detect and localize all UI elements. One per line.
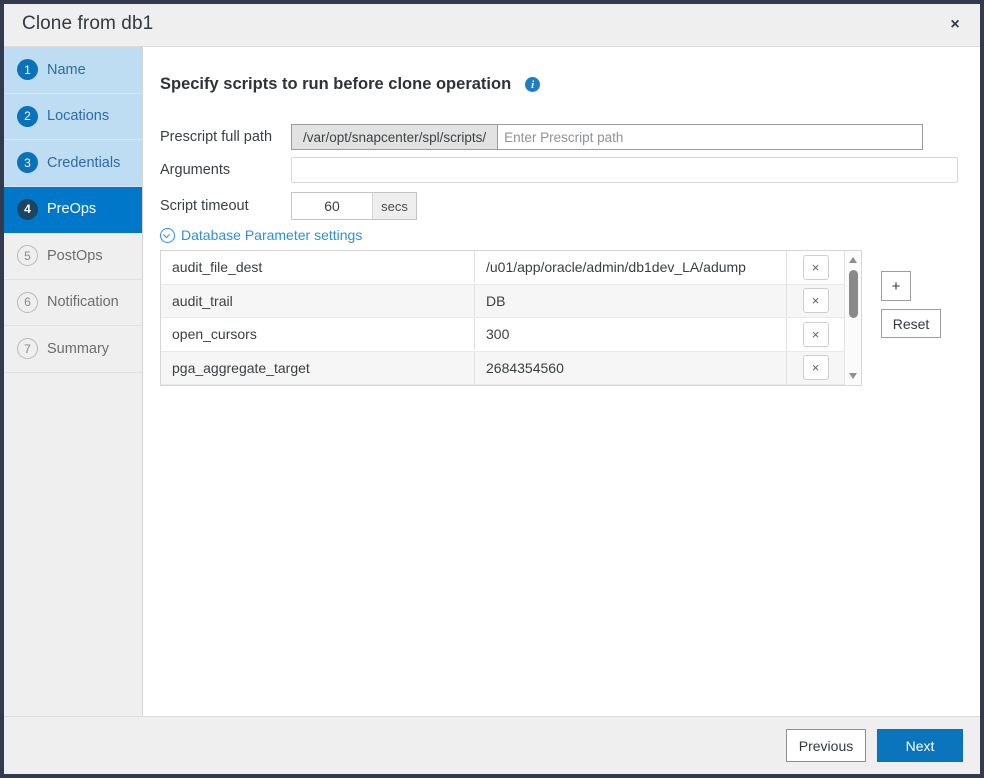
wizard-content-panel: Specify scripts to run before clone oper… (143, 47, 980, 716)
parameter-delete-cell: × (786, 251, 844, 284)
sidebar-item-summary[interactable]: 7 Summary (4, 326, 142, 373)
sidebar-item-label: PreOps (47, 201, 96, 217)
parameter-name: open_cursors (161, 318, 475, 350)
parameter-actions: + Reset (881, 250, 941, 338)
sidebar-item-label: Name (47, 62, 86, 78)
database-parameter-settings-label: Database Parameter settings (181, 227, 362, 243)
reset-parameters-button[interactable]: Reset (881, 309, 941, 338)
scroll-down-arrow-icon[interactable] (845, 369, 861, 383)
sidebar-item-label: Notification (47, 294, 119, 310)
dialog-body: 1 Name 2 Locations 3 Credentials 4 PreOp… (4, 47, 980, 716)
parameter-name: pga_aggregate_target (161, 352, 475, 384)
parameter-value: 300 (475, 318, 786, 350)
parameter-delete-cell: × (786, 318, 844, 351)
table-row[interactable]: audit_file_dest /u01/app/oracle/admin/db… (161, 251, 844, 285)
close-icon[interactable]: × (803, 322, 829, 347)
parameter-delete-cell: × (786, 352, 844, 385)
sidebar-item-notification[interactable]: 6 Notification (4, 280, 142, 327)
prescript-path-row: Prescript full path /var/opt/snapcenter/… (160, 124, 923, 150)
scrollbar-thumb[interactable] (849, 270, 858, 318)
info-icon[interactable]: i (525, 77, 540, 92)
scroll-up-arrow-icon[interactable] (845, 253, 861, 267)
script-timeout-input[interactable] (292, 193, 372, 219)
table-row[interactable]: audit_trail DB × (161, 285, 844, 319)
close-icon[interactable]: × (803, 355, 829, 380)
step-number: 7 (17, 338, 38, 359)
sidebar-item-credentials[interactable]: 3 Credentials (4, 140, 142, 187)
dialog-title: Clone from db1 (22, 13, 153, 35)
table-row[interactable]: pga_aggregate_target 2684354560 × (161, 352, 844, 386)
arguments-input[interactable] (291, 157, 958, 183)
prescript-path-prefix: /var/opt/snapcenter/spl/scripts/ (292, 125, 498, 149)
script-timeout-group: secs (291, 192, 417, 220)
parameter-value: /u01/app/oracle/admin/db1dev_LA/adump (475, 251, 786, 283)
table-row[interactable]: open_cursors 300 × (161, 318, 844, 352)
arguments-row: Arguments (160, 157, 958, 183)
sidebar-item-label: Summary (47, 341, 109, 357)
dialog-footer: Previous Next (4, 716, 980, 774)
close-icon[interactable]: × (803, 255, 829, 280)
sidebar-item-label: PostOps (47, 248, 103, 264)
script-timeout-units: secs (372, 193, 416, 219)
sidebar-item-label: Credentials (47, 155, 120, 171)
add-parameter-button[interactable]: + (881, 271, 911, 301)
chevron-down-circle-icon (160, 228, 175, 243)
sidebar-item-label: Locations (47, 108, 109, 124)
footer-buttons: Previous Next (786, 729, 963, 762)
wizard-steps-sidebar: 1 Name 2 Locations 3 Credentials 4 PreOp… (4, 47, 143, 716)
sidebar-item-locations[interactable]: 2 Locations (4, 94, 142, 141)
database-parameter-settings-toggle[interactable]: Database Parameter settings (160, 227, 362, 243)
script-timeout-label: Script timeout (160, 198, 291, 214)
database-parameter-table: audit_file_dest /u01/app/oracle/admin/db… (160, 250, 862, 386)
sidebar-item-postops[interactable]: 5 PostOps (4, 233, 142, 280)
step-number: 1 (17, 59, 38, 80)
prescript-path-group: /var/opt/snapcenter/spl/scripts/ (291, 124, 923, 150)
database-parameter-area: audit_file_dest /u01/app/oracle/admin/db… (160, 250, 941, 386)
close-icon[interactable]: × (803, 288, 829, 313)
close-icon[interactable]: × (942, 14, 968, 38)
panel-heading-row: Specify scripts to run before clone oper… (160, 75, 540, 94)
next-button[interactable]: Next (877, 729, 963, 762)
database-parameter-rows: audit_file_dest /u01/app/oracle/admin/db… (161, 251, 844, 385)
parameter-delete-cell: × (786, 285, 844, 318)
parameter-value: 2684354560 (475, 352, 786, 384)
previous-button[interactable]: Previous (786, 729, 866, 762)
clone-wizard-dialog: Clone from db1 × 1 Name 2 Locations 3 Cr… (0, 0, 984, 778)
parameter-name: audit_trail (161, 285, 475, 317)
step-number: 5 (17, 245, 38, 266)
arguments-label: Arguments (160, 162, 291, 178)
dialog-titlebar: Clone from db1 × (4, 4, 980, 47)
page-title: Specify scripts to run before clone oper… (160, 75, 511, 94)
script-timeout-row: Script timeout secs (160, 192, 417, 220)
table-scrollbar[interactable] (844, 251, 861, 385)
prescript-path-input[interactable] (498, 125, 922, 149)
step-number: 4 (17, 199, 38, 220)
step-number: 3 (17, 152, 38, 173)
prescript-path-label: Prescript full path (160, 129, 291, 145)
sidebar-item-preops[interactable]: 4 PreOps (4, 187, 142, 234)
step-number: 6 (17, 292, 38, 313)
step-number: 2 (17, 106, 38, 127)
parameter-name: audit_file_dest (161, 251, 475, 283)
parameter-value: DB (475, 285, 786, 317)
sidebar-item-name[interactable]: 1 Name (4, 47, 142, 94)
